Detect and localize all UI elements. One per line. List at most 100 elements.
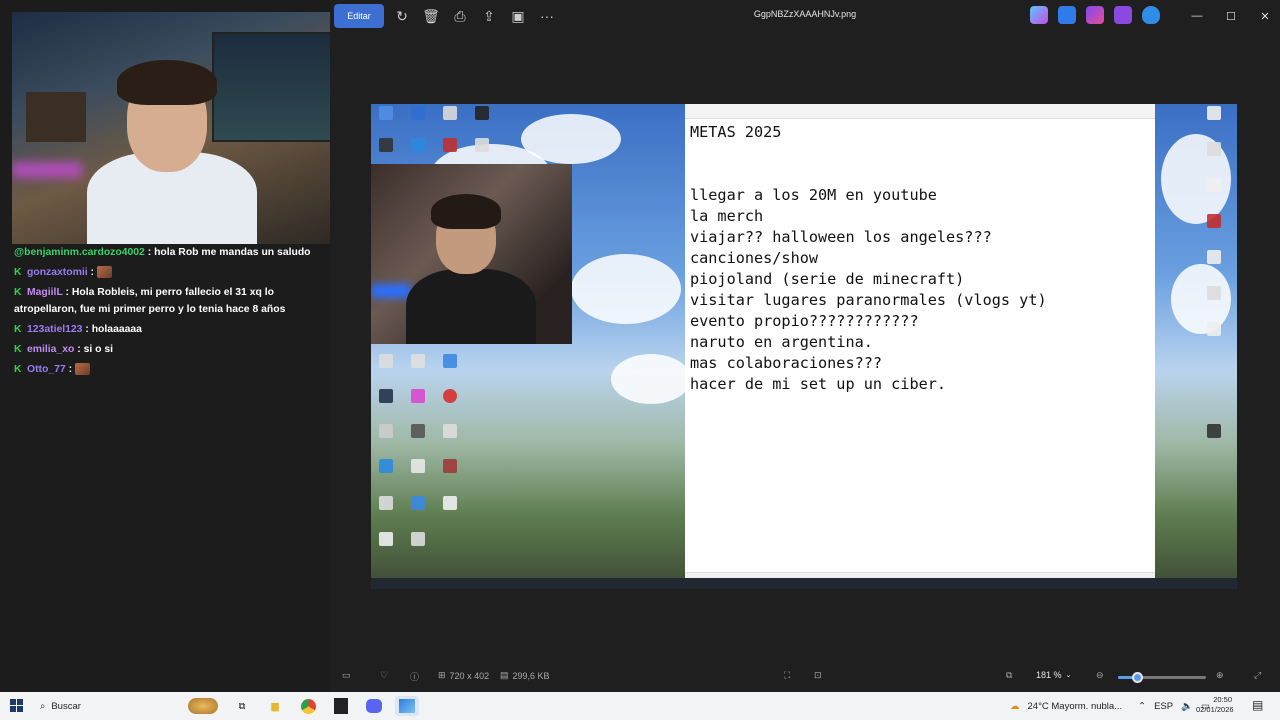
desktop-icon [475, 106, 489, 120]
desktop-icon [379, 389, 393, 403]
desktop-icon [1207, 214, 1221, 228]
minimize-button[interactable]: — [1180, 6, 1214, 26]
epic-games-icon[interactable] [329, 696, 353, 716]
image-dimensions-text: 720 x 402 [449, 670, 490, 681]
chat-username[interactable]: gonzaxtomii [27, 267, 88, 278]
zoom-slider[interactable] [1118, 672, 1206, 683]
expand-icon[interactable]: ⤢ [1254, 670, 1261, 681]
notepad-line: METAS 2025 [690, 123, 782, 141]
dimensions-icon: ⊞ [438, 670, 446, 680]
kick-badge-icon: K [14, 324, 22, 335]
chrome-icon[interactable] [296, 696, 320, 716]
desktop-icon [411, 106, 425, 120]
chat-message: Kgonzaxtomii : [14, 264, 329, 281]
desktop-icon [443, 354, 457, 368]
print-icon[interactable]: ⎙ [446, 2, 474, 30]
screenshot-taskbar [371, 578, 1237, 589]
info-icon[interactable]: ⓘ [410, 670, 419, 683]
clock-time: 20:50 [1213, 695, 1232, 704]
chat-separator: : [144, 247, 155, 258]
close-button[interactable]: ✕ [1248, 6, 1280, 26]
notepad-line: llegar a los 20M en youtube [690, 186, 937, 204]
zoom-slider-thumb[interactable] [1132, 672, 1144, 683]
notepad-line: canciones/show [690, 249, 819, 267]
chevron-up-icon[interactable]: ⌃ [1138, 701, 1146, 712]
desktop-icon [379, 424, 393, 438]
desktop-icon [379, 496, 393, 510]
share-icon[interactable]: ⇪ [475, 2, 503, 30]
notepad-line: visitar lugares paranormales (vlogs yt) [690, 291, 1047, 309]
notepad-line: la merch [690, 207, 764, 225]
chat-emote-icon [74, 363, 90, 376]
notepad-line: piojoland (serie de minecraft) [690, 270, 965, 288]
fit-to-window-icon[interactable]: ⛶ [784, 670, 790, 681]
editor-icon[interactable] [1114, 6, 1132, 24]
viewer-toolbar: Editar ↻ 🗑 ⎙ ⇪ ▣ ··· GgpNBZzXAAAHNJv.png… [330, 0, 1280, 32]
maximize-button[interactable]: ☐ [1214, 6, 1248, 26]
webcam-led-light [12, 162, 82, 178]
taskbar-search[interactable]: ⌕ Buscar [36, 696, 218, 716]
streamer-webcam [12, 12, 355, 244]
desktop-icon [411, 496, 425, 510]
chat-text: si o si [83, 344, 114, 355]
notepad-line: hacer de mi set up un ciber. [690, 375, 947, 393]
notepad-line: evento propio???????????? [690, 312, 919, 330]
desktop-icon [411, 389, 425, 403]
volume-icon[interactable]: 🔈 [1181, 701, 1193, 712]
chat-username[interactable]: emilia_xo [27, 344, 74, 355]
weather-text[interactable]: 24°C Mayorm. nubla... [1028, 701, 1123, 712]
favorite-heart-icon[interactable]: ♡ [380, 670, 388, 681]
chat-username[interactable]: MagiilL [27, 287, 63, 298]
viewer-bottom-bar: ▭ ♡ ⓘ ⊞ 720 x 402 ▤ 299,6 KB ⛶ ⊡ ⧉ 181 %… [330, 662, 1280, 692]
search-highlight-image [188, 698, 218, 714]
desktop-icon [411, 532, 425, 546]
kick-badge-icon: K [14, 287, 22, 298]
desktop-icon [443, 424, 457, 438]
chat-text: holaaaaaa [91, 324, 142, 335]
clock-date: 02/01/2026 [1196, 705, 1234, 714]
clipchamp-icon[interactable] [1086, 6, 1104, 24]
notifications-icon[interactable]: ▤ [1252, 698, 1263, 712]
file-size-icon: ▤ [500, 670, 509, 680]
task-view-icon[interactable]: ⧉ [230, 696, 254, 716]
chat-separator: : [74, 344, 84, 355]
chat-username[interactable]: @benjaminm.cardozo4002 [14, 247, 145, 258]
language-indicator[interactable]: ESP [1154, 701, 1173, 712]
notepad-line: naruto en argentina. [690, 333, 873, 351]
chat-message: K 123atiel123 : holaaaaaa [14, 321, 329, 338]
notepad-line [690, 143, 1047, 164]
desktop-icon [443, 106, 457, 120]
desktop-icon [379, 459, 393, 473]
file-explorer-icon[interactable]: ▆ [263, 696, 287, 716]
edit-button[interactable]: Editar [334, 4, 384, 28]
zoom-out-icon[interactable]: ⊖ [1096, 670, 1104, 681]
slideshow-icon[interactable]: ▣ [504, 2, 532, 30]
file-size-text: 299,6 KB [512, 670, 550, 681]
start-button[interactable] [10, 699, 23, 712]
search-icon: ⌕ [40, 700, 46, 712]
zoom-in-icon[interactable]: ⊕ [1216, 670, 1224, 681]
filmstrip-icon[interactable]: ▭ [342, 670, 351, 681]
chat-username[interactable]: Otto_77 [27, 364, 66, 375]
taskbar-clock[interactable]: 20:50 02/01/2026 [1196, 695, 1234, 715]
file-name: GgpNBZzXAAAHNJv.png [753, 9, 857, 19]
desktop-icon [443, 389, 457, 403]
more-options-icon[interactable]: ··· [533, 2, 561, 30]
chat-username[interactable]: 123atiel123 [27, 324, 82, 335]
chevron-down-icon: ⌄ [1065, 672, 1072, 679]
photos-app-icon[interactable] [395, 696, 419, 716]
desktop-icon [379, 138, 393, 152]
streamer-hair [117, 60, 217, 105]
actual-size-icon[interactable]: ⊡ [814, 670, 822, 681]
discord-icon[interactable] [362, 696, 386, 716]
delete-icon[interactable]: 🗑 [417, 2, 445, 30]
weather-icon[interactable]: ☁ [1010, 701, 1020, 712]
zoom-level-dropdown[interactable]: 181 % ⌄ [1036, 670, 1071, 680]
onedrive-icon[interactable] [1142, 6, 1160, 24]
full-screen-icon[interactable]: ⧉ [1006, 670, 1012, 681]
rotate-icon[interactable]: ↻ [388, 2, 416, 30]
notepad-window: METAS 2025 llegar a los 20M en youtube la… [685, 104, 1155, 578]
copilot-icon[interactable] [1030, 6, 1048, 24]
designer-icon[interactable] [1058, 6, 1076, 24]
chat-separator: : [82, 324, 92, 335]
